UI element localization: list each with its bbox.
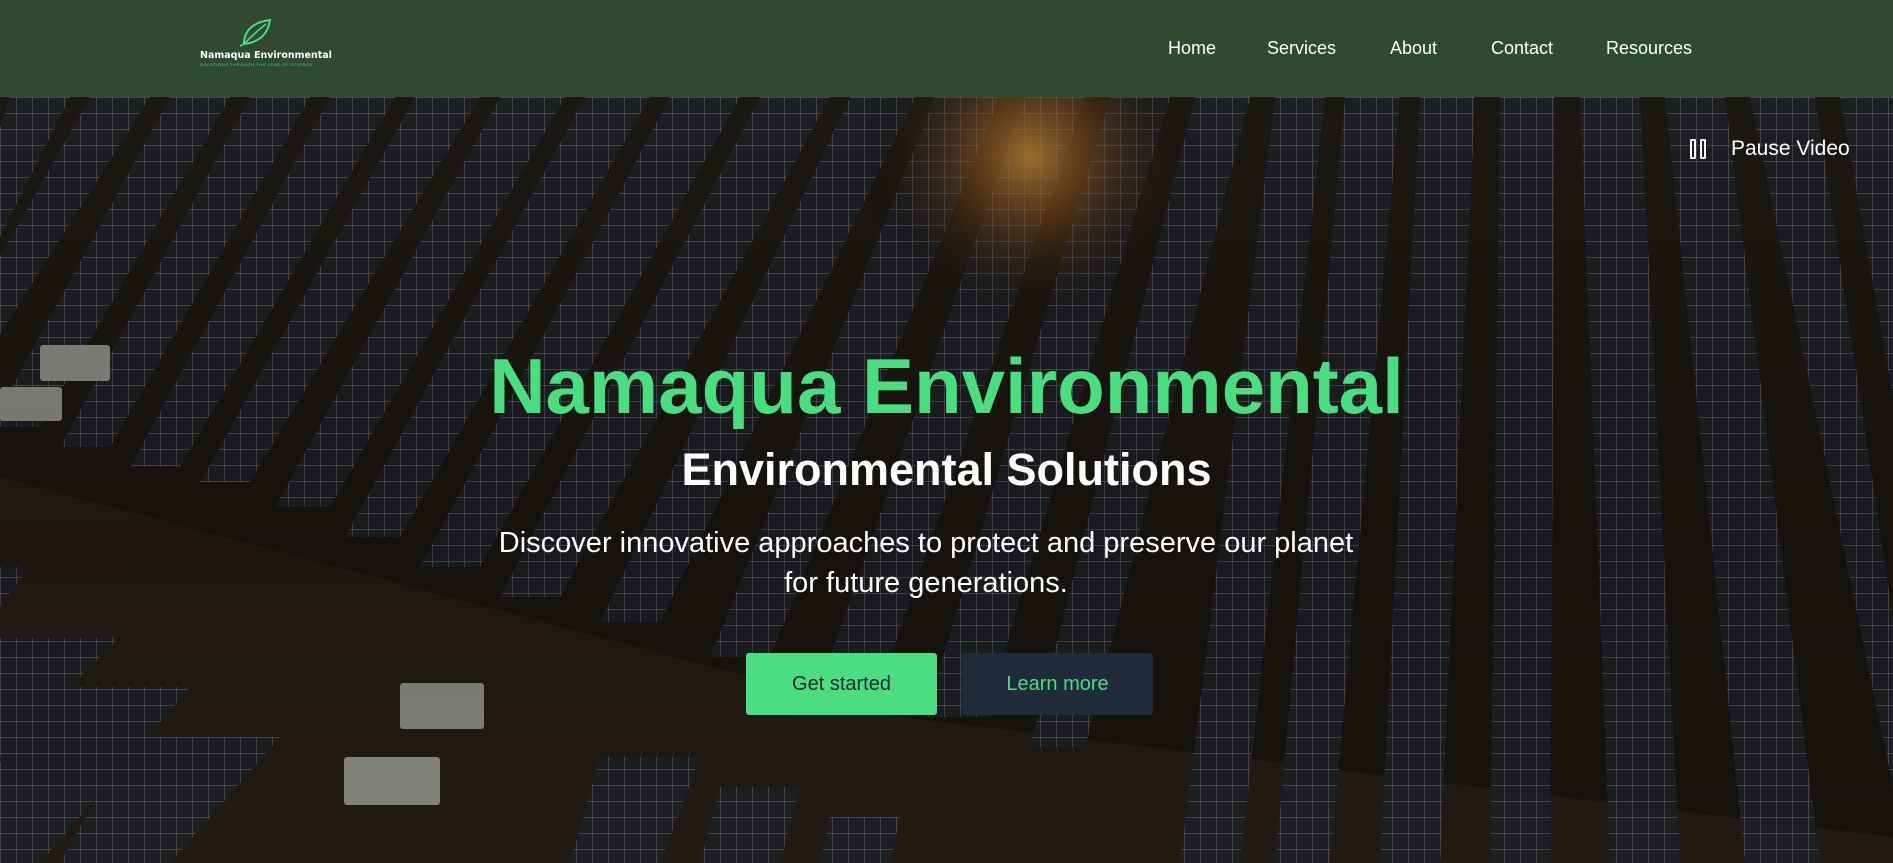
nav-home[interactable]: Home: [1168, 37, 1216, 59]
pause-video-label: Pause Video: [1731, 137, 1850, 160]
learn-more-button[interactable]: Learn more: [962, 653, 1153, 715]
hero-description: Discover innovative approaches to protec…: [498, 527, 1354, 599]
hero-subtitle: Environmental Solutions: [681, 444, 1212, 495]
nav-contact[interactable]: Contact: [1491, 37, 1553, 59]
site-header: Namaqua Environmental SOLUTIONS THROUGH …: [0, 0, 1893, 97]
nav-resources[interactable]: Resources: [1606, 37, 1692, 59]
hero-section: Pause Video Namaqua Environmental Enviro…: [0, 97, 1893, 863]
nav-services[interactable]: Services: [1267, 37, 1336, 59]
get-started-button[interactable]: Get started: [746, 653, 937, 715]
nav-about[interactable]: About: [1390, 37, 1437, 59]
main-nav: Home Services About Contact Resources: [0, 37, 1893, 61]
logo-tagline: SOLUTIONS THROUGH THE LENS OF SCIENCE: [200, 62, 313, 67]
hero-title: Namaqua Environmental: [489, 342, 1404, 430]
pause-icon: [1690, 139, 1706, 159]
pause-video-button[interactable]: Pause Video: [1690, 135, 1860, 163]
